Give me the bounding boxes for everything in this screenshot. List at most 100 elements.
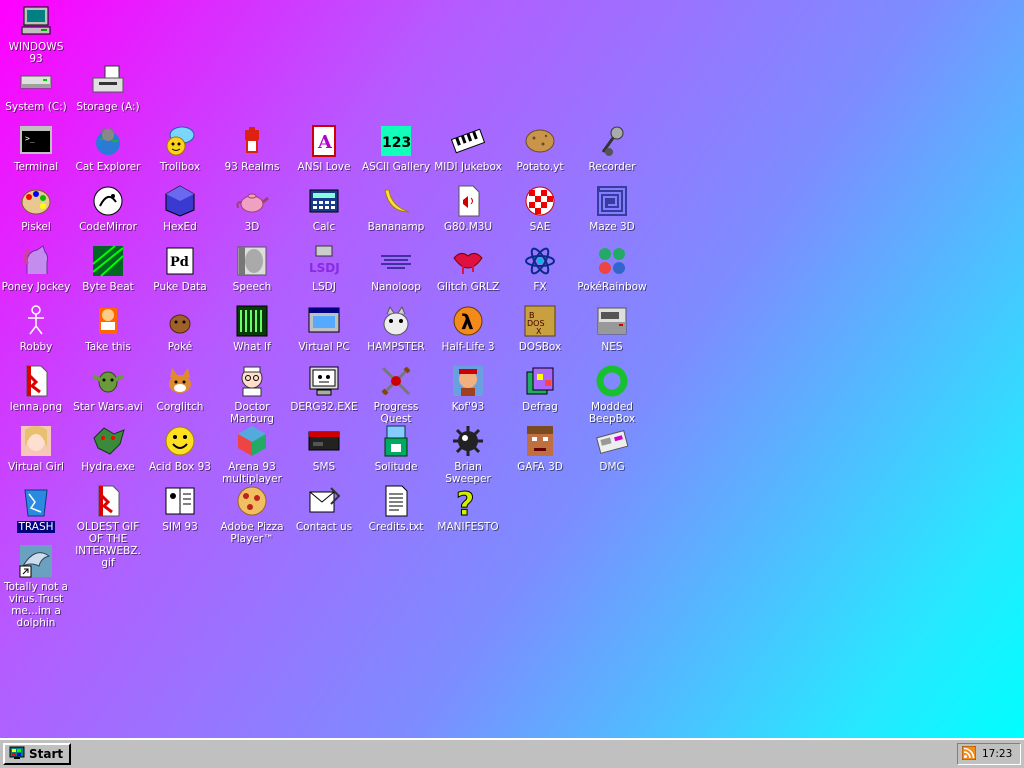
desktop-icon-modded-beepbox[interactable]: Modded BeepBox bbox=[576, 364, 648, 425]
desktop-icon-virtual-girl[interactable]: Virtual Girl bbox=[0, 424, 72, 473]
desktop-icon-label: Potato.yt bbox=[516, 161, 564, 173]
desktop-icon-label: Credits.txt bbox=[368, 521, 424, 533]
desktop-icon-ascii-gallery[interactable]: 123 ASCII Gallery bbox=[360, 124, 432, 173]
desktop-icon-label: Kof'93 bbox=[451, 401, 485, 413]
desktop-icon-sms[interactable]: SMS bbox=[288, 424, 360, 473]
defrag-icon bbox=[523, 364, 557, 398]
desktop-icon-label: Cat Explorer bbox=[75, 161, 141, 173]
desktop-icon-label: 3D bbox=[244, 221, 260, 233]
desktop-icon-byte-beat[interactable]: Byte Beat bbox=[72, 244, 144, 293]
desktop-icon-nes[interactable]: NES bbox=[576, 304, 648, 353]
desktop-icon-label: LSDJ bbox=[312, 281, 336, 293]
desktop-icon-fx[interactable]: FX bbox=[504, 244, 576, 293]
calculator-icon bbox=[307, 184, 341, 218]
amiga-ball-icon bbox=[523, 184, 557, 218]
desktop-icon-glitch-grlz[interactable]: Glitch GRLZ bbox=[432, 244, 504, 293]
desktop-icon-piskel[interactable]: Piskel bbox=[0, 184, 72, 233]
desktop-icon-codemirror[interactable]: CodeMirror bbox=[72, 184, 144, 233]
desktop-icon-calc[interactable]: Calc bbox=[288, 184, 360, 233]
solitude-icon bbox=[379, 424, 413, 458]
desktop-icon-derg32-exe[interactable]: DERG32.EXE bbox=[288, 364, 360, 413]
desktop-icon-lsdj[interactable]: LSDJ LSDJ bbox=[288, 244, 360, 293]
desktop-icon-system-c[interactable]: System (C:) bbox=[0, 64, 72, 113]
desktop-icon-kof-93[interactable]: Kof'93 bbox=[432, 364, 504, 413]
clock[interactable]: 17:23 bbox=[982, 748, 1012, 760]
svg-text:X: X bbox=[536, 327, 542, 336]
desktop-icon-hampster[interactable]: HAMPSTER bbox=[360, 304, 432, 353]
desktop-icon-dmg[interactable]: DMG bbox=[576, 424, 648, 473]
taskbar: Start 17:23 bbox=[0, 738, 1024, 768]
desktop-icon-dosbox[interactable]: B DOS X DOSBox bbox=[504, 304, 576, 353]
desktop-icon-ansi-love[interactable]: A ANSI Love bbox=[288, 124, 360, 173]
desktop-icon-totally-not-a-virus-trust-me-im-a-dolphin[interactable]: Totally not a virus.Trust me...im a dolp… bbox=[0, 544, 72, 629]
desktop-icon-sae[interactable]: SAE bbox=[504, 184, 576, 233]
desktop-icon-defrag[interactable]: Defrag bbox=[504, 364, 576, 413]
desktop-icon-star-wars-avi[interactable]: Star Wars.avi bbox=[72, 364, 144, 413]
desktop-icon-label: Trollbox bbox=[159, 161, 201, 173]
system-tray: 17:23 bbox=[957, 743, 1021, 765]
desktop-icon-puke-data[interactable]: Pd Puke Data bbox=[144, 244, 216, 293]
desktop-icon-progress-quest[interactable]: Progress Quest bbox=[360, 364, 432, 425]
desktop-icon-gafa-3d[interactable]: GAFA 3D bbox=[504, 424, 576, 473]
desktop-icon-manifesto[interactable]: ? MANIFESTO bbox=[432, 484, 504, 534]
desktop-icon-3d[interactable]: 3D bbox=[216, 184, 288, 233]
desktop-icon-terminal[interactable]: >_ Terminal bbox=[0, 124, 72, 173]
desktop-icon-label: FX bbox=[533, 281, 547, 293]
drive-icon bbox=[19, 64, 53, 98]
code-mirror-icon bbox=[91, 184, 125, 218]
desktop-icon-label: Nanoloop bbox=[371, 281, 421, 293]
desktop-icon-brian-sweeper[interactable]: Brian Sweeper bbox=[432, 424, 504, 485]
desktop-icon-speech[interactable]: Speech bbox=[216, 244, 288, 293]
cat-globe-icon bbox=[91, 124, 125, 158]
desktop-icon-contact-us[interactable]: Contact us bbox=[288, 484, 360, 533]
desktop-icon-half-life-3[interactable]: λ Half-Life 3 bbox=[432, 304, 504, 353]
desktop-icon-what-if[interactable]: What If bbox=[216, 304, 288, 353]
desktop-icon-potato-yt[interactable]: Potato.yt bbox=[504, 124, 576, 173]
desktop-icon-label: Progress Quest bbox=[373, 401, 419, 425]
desktop-icon-doctor-marburg[interactable]: Doctor Marburg bbox=[216, 364, 288, 425]
rss-feed-icon[interactable] bbox=[961, 745, 977, 763]
desktop-icon-maze-3d[interactable]: Maze 3D bbox=[576, 184, 648, 233]
desktop-icon-windows-93[interactable]: WINDOWS 93 bbox=[0, 4, 72, 65]
desktop-icon-hydra-exe[interactable]: Hydra.exe bbox=[72, 424, 144, 473]
desktop-icon-bananamp[interactable]: Bananamp bbox=[360, 184, 432, 233]
desktop-icon-cat-explorer[interactable]: Cat Explorer bbox=[72, 124, 144, 173]
desktop-icon-corglitch[interactable]: Corglitch bbox=[144, 364, 216, 413]
desktop-icon-hexed[interactable]: HexEd bbox=[144, 184, 216, 233]
desktop-icon-adobe-pizza-player[interactable]: Adobe Pizza Player™ bbox=[216, 484, 288, 545]
desktop-icon-nanoloop[interactable]: Nanoloop bbox=[360, 244, 432, 293]
desktop-icon-virtual-pc[interactable]: Virtual PC bbox=[288, 304, 360, 353]
desktop-icon-sim-93[interactable]: SIM 93 bbox=[144, 484, 216, 533]
desktop-icon-pok[interactable]: Poké bbox=[144, 304, 216, 353]
desktop-icon-poney-jockey[interactable]: Poney Jockey bbox=[0, 244, 72, 293]
desktop-icon-label: GAFA 3D bbox=[517, 461, 563, 473]
desktop-icon-acid-box-93[interactable]: Acid Box 93 bbox=[144, 424, 216, 473]
desktop-icon-lenna-png[interactable]: lenna.png bbox=[0, 364, 72, 413]
desktop-icon-storage-a[interactable]: Storage (A:) bbox=[72, 64, 144, 113]
atom-icon bbox=[523, 244, 557, 278]
maze-icon bbox=[595, 184, 629, 218]
desktop-icon-label: G80.M3U bbox=[443, 221, 493, 233]
contact-note-icon bbox=[307, 484, 341, 518]
desktop-icon-trash[interactable]: TRASH bbox=[0, 484, 72, 533]
desktop-icon-credits-txt[interactable]: Credits.txt bbox=[360, 484, 432, 533]
desktop-icon-pok-rainbow[interactable]: PokéRainbow bbox=[576, 244, 648, 293]
lips-icon bbox=[451, 244, 485, 278]
desktop-icon-arena-93-multiplayer[interactable]: Arena 93 multiplayer bbox=[216, 424, 288, 485]
desktop-icon-trollbox[interactable]: Trollbox bbox=[144, 124, 216, 173]
desktop-icon-label: Terminal bbox=[13, 161, 59, 173]
desktop-icon-robby[interactable]: Robby bbox=[0, 304, 72, 353]
desktop-icon-g80-m3u[interactable]: G80.M3U bbox=[432, 184, 504, 233]
take-this-icon bbox=[91, 304, 125, 338]
desktop-icon-label: Maze 3D bbox=[589, 221, 635, 233]
desktop-icon-recorder[interactable]: Recorder bbox=[576, 124, 648, 173]
start-button[interactable]: Start bbox=[3, 743, 71, 765]
desktop-icon-93-realms[interactable]: 93 Realms bbox=[216, 124, 288, 173]
desktop-icon-oldest-gif-of-the-interwebz-gif[interactable]: OLDEST GIF OF THE INTERWEBZ.gif bbox=[72, 484, 144, 569]
desktop-icon-take-this[interactable]: Take this bbox=[72, 304, 144, 353]
knight-icon bbox=[235, 124, 269, 158]
desktop-icon-label: Doctor Marburg bbox=[230, 401, 274, 425]
desktop-icon-midi-jukebox[interactable]: MIDI Jukebox bbox=[432, 124, 504, 173]
desktop-icon-solitude[interactable]: Solitude bbox=[360, 424, 432, 473]
desktop[interactable]: WINDOWS 93 System (C:) Storage (A:) >_ Termi… bbox=[0, 0, 1024, 738]
